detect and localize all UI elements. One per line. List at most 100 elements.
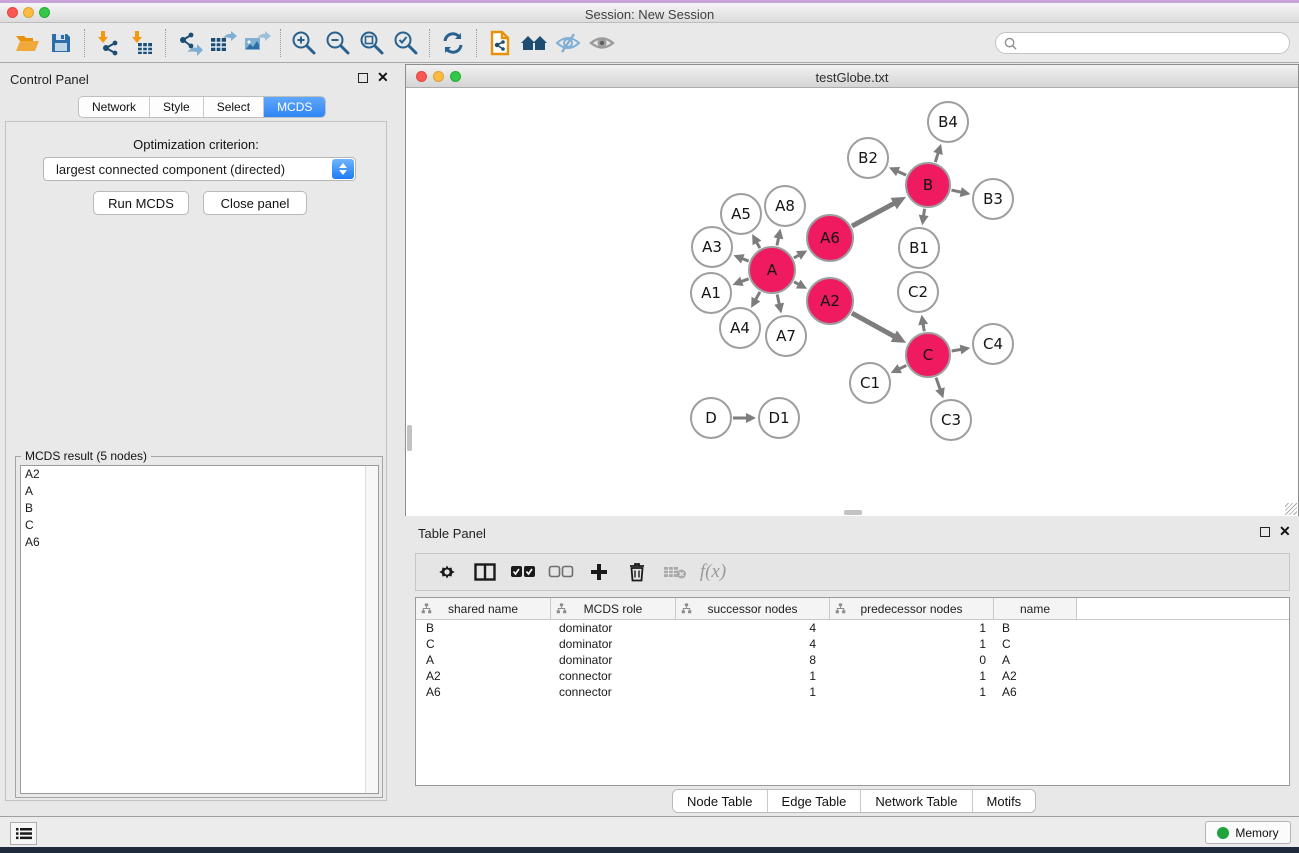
run-mcds-button[interactable]: Run MCDS [93,191,189,215]
tab-motifs[interactable]: Motifs [973,790,1036,812]
hide-selected-eye-icon[interactable] [551,27,585,59]
table-cell[interactable]: 0 [830,652,994,668]
zoom-selected-icon[interactable] [389,27,423,59]
open-session-icon[interactable] [10,27,44,59]
optimization-criterion-select[interactable]: largest connected component (directed) [43,157,356,181]
table-cell[interactable]: A2 [994,668,1077,684]
network-graph[interactable]: AA1A2A3A4A5A6A7A8BB1B2B3B4CC1C2C3C4DD1 [406,89,1298,516]
table-cell[interactable]: dominator [551,620,676,636]
search-field[interactable] [995,32,1290,54]
save-session-icon[interactable] [44,27,78,59]
table-cell[interactable]: dominator [551,636,676,652]
column-header[interactable]: predecessor nodes [830,598,994,619]
edge-arrowhead [918,315,928,326]
vertical-scrollbar-thumb[interactable] [407,425,412,451]
tab-select[interactable]: Select [204,97,264,117]
tab-node-table[interactable]: Node Table [673,790,768,812]
float-panel-icon[interactable] [358,73,368,83]
table-row[interactable]: A6connector11A6 [416,684,1289,700]
close-panel-button[interactable]: Close panel [203,191,307,215]
delete-columns-trash-icon[interactable] [618,556,656,588]
float-panel-icon[interactable] [1260,527,1270,537]
node-table: shared nameMCDS rolesuccessor nodesprede… [415,597,1290,786]
tab-edge-table[interactable]: Edge Table [768,790,862,812]
network-window-titlebar[interactable]: testGlobe.txt [406,65,1298,88]
export-image-icon[interactable] [240,27,274,59]
select-all-columns-icon[interactable] [504,556,542,588]
table-cell[interactable]: connector [551,684,676,700]
mcds-result-item[interactable]: B [21,500,378,517]
node-label-D1: D1 [768,409,789,427]
table-cell[interactable]: C [994,636,1077,652]
add-column-icon[interactable] [580,556,618,588]
zoom-in-icon[interactable] [287,27,321,59]
table-cell[interactable]: 1 [830,684,994,700]
export-network-icon[interactable] [172,27,206,59]
table-cell[interactable]: B [994,620,1077,636]
tab-network[interactable]: Network [79,97,150,117]
table-cell[interactable]: 8 [676,652,830,668]
search-input[interactable] [1022,36,1289,50]
window-resize-grip[interactable] [1285,503,1297,515]
table-cell[interactable]: dominator [551,652,676,668]
status-bar: Memory [0,816,1299,847]
mcds-result-item[interactable]: A [21,483,378,500]
table-options-gear-icon[interactable] [428,556,466,588]
import-network-from-file-icon[interactable] [91,27,125,59]
column-header[interactable]: MCDS role [551,598,676,619]
zoom-fit-content-icon[interactable] [355,27,389,59]
horizontal-scrollbar-thumb[interactable] [844,510,862,515]
unselect-all-columns-icon[interactable] [542,556,580,588]
table-cell[interactable]: A2 [416,668,551,684]
new-network-from-selection-icon[interactable] [483,27,517,59]
edge-A6-B[interactable] [852,201,899,227]
table-cell[interactable]: 4 [676,620,830,636]
edge-arrowhead [774,303,784,314]
zoom-out-icon[interactable] [321,27,355,59]
table-row[interactable]: Cdominator41C [416,636,1289,652]
column-header[interactable]: shared name [416,598,551,619]
table-cell[interactable]: 1 [830,620,994,636]
table-row[interactable]: Bdominator41B [416,620,1289,636]
edge-arrowhead [919,215,929,226]
memory-button[interactable]: Memory [1205,821,1291,844]
column-header[interactable]: successor nodes [676,598,830,619]
tab-network-table[interactable]: Network Table [861,790,972,812]
table-cell[interactable]: A6 [994,684,1077,700]
desktop-background-strip [0,847,1299,853]
table-cell[interactable]: A [994,652,1077,668]
node-label-A4: A4 [730,319,750,337]
table-cell[interactable]: A [416,652,551,668]
table-cell[interactable]: A6 [416,684,551,700]
close-panel-icon[interactable]: ✕ [377,72,389,82]
import-table-from-file-icon[interactable] [125,27,159,59]
mcds-result-item[interactable]: A2 [21,466,378,483]
mcds-result-item[interactable]: A6 [21,534,378,551]
first-neighbors-icon[interactable] [517,27,551,59]
tab-style[interactable]: Style [150,97,204,117]
node-label-A3: A3 [702,238,722,256]
table-cell[interactable]: 1 [830,636,994,652]
edge-A2-C[interactable] [852,313,899,339]
panels-menu-button[interactable] [10,822,37,845]
close-panel-icon[interactable]: ✕ [1279,526,1291,536]
show-columns-icon[interactable] [466,556,504,588]
mcds-result-item[interactable]: C [21,517,378,534]
export-table-icon[interactable] [206,27,240,59]
list-scrollbar[interactable] [365,466,378,793]
table-cell[interactable]: 1 [676,684,830,700]
table-cell[interactable]: B [416,620,551,636]
column-header[interactable]: name [994,598,1077,619]
table-cell[interactable]: connector [551,668,676,684]
table-row[interactable]: Adominator80A [416,652,1289,668]
table-cell[interactable]: 1 [676,668,830,684]
network-canvas[interactable]: AA1A2A3A4A5A6A7A8BB1B2B3B4CC1C2C3C4DD1 [406,89,1298,516]
show-all-eye-icon[interactable] [585,27,619,59]
table-cell[interactable]: 1 [830,668,994,684]
apply-preferred-layout-icon[interactable] [436,27,470,59]
table-cell[interactable]: C [416,636,551,652]
tab-mcds[interactable]: MCDS [264,97,325,117]
table-row[interactable]: A2connector11A2 [416,668,1289,684]
mcds-result-list[interactable]: A2ABCA6 [20,465,379,794]
table-cell[interactable]: 4 [676,636,830,652]
